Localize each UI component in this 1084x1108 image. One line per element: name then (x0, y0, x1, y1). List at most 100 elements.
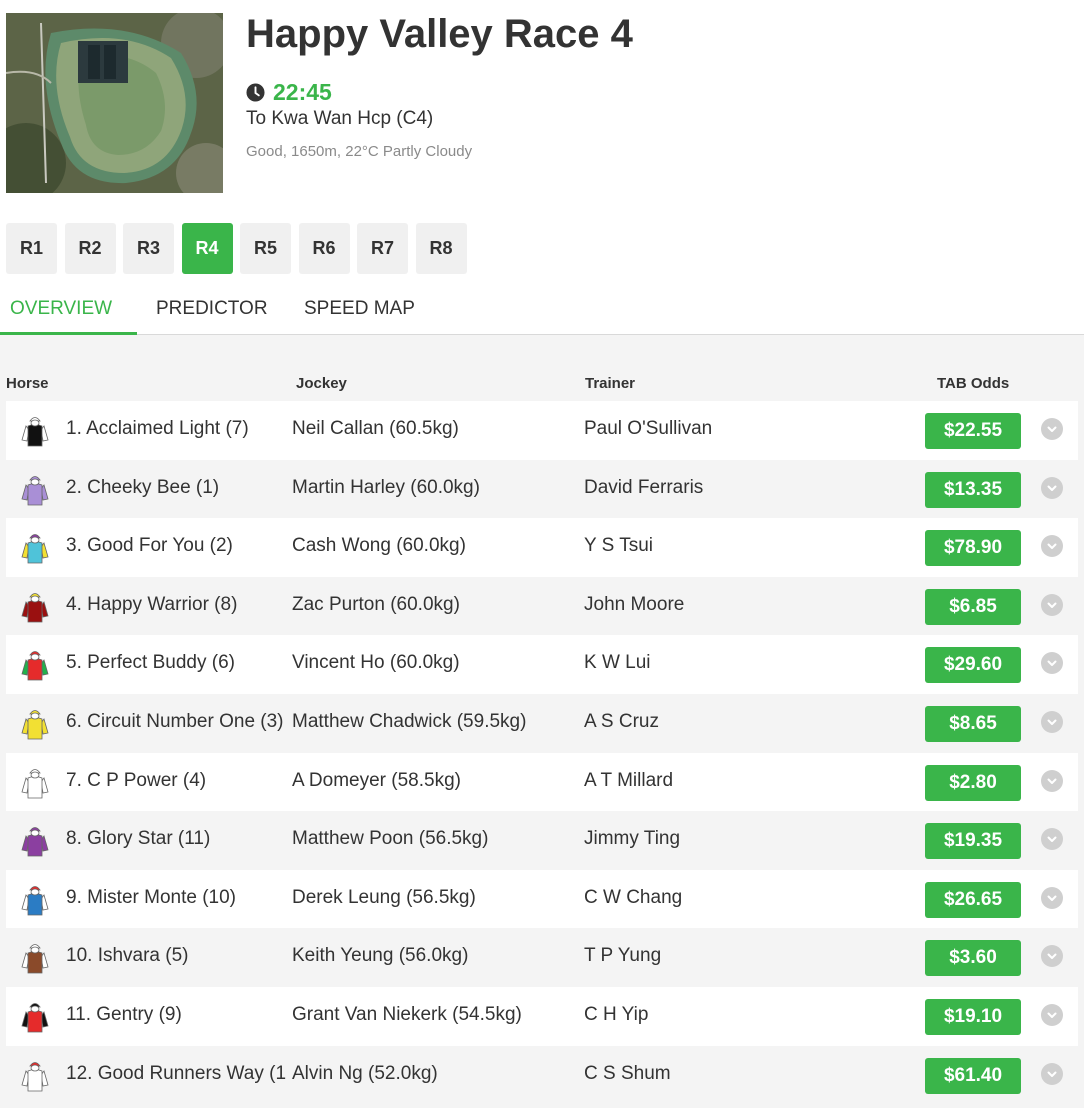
tab-odds-button[interactable]: $19.35 (925, 823, 1021, 860)
expand-chevron-icon[interactable] (1041, 652, 1063, 675)
horse-name[interactable]: 1. Acclaimed Light (7) (66, 418, 292, 440)
tab-odds-button[interactable]: $78.90 (925, 530, 1021, 567)
jockey-silk-icon (21, 1061, 49, 1091)
horse-name[interactable]: 12. Good Runners Way (1 (66, 1063, 292, 1085)
race-tab-r8[interactable]: R8 (415, 223, 467, 274)
horse-name[interactable]: 10. Ishvara (5) (66, 945, 292, 967)
expand-chevron-icon[interactable] (1041, 1062, 1063, 1085)
jockey-silk-icon (21, 885, 49, 916)
tab-odds-button[interactable]: $22.55 (925, 413, 1021, 449)
race-tab-r1[interactable]: R1 (6, 223, 57, 274)
race-tab-r6[interactable]: R6 (298, 223, 350, 274)
trainer-name: K W Lui (584, 652, 651, 674)
jockey-silk-icon (21, 592, 49, 623)
expand-chevron-icon[interactable] (1041, 945, 1063, 968)
runner-row[interactable]: 8. Glory Star (11) Matthew Poon (56.5kg) J… (6, 811, 1078, 870)
race-tab-r3[interactable]: R3 (123, 223, 174, 274)
trainer-name: C W Chang (584, 886, 683, 908)
race-time-row: 22:45 (246, 79, 332, 105)
tab-predictor[interactable]: PREDICTOR (156, 298, 268, 334)
expand-chevron-icon[interactable] (1041, 418, 1063, 440)
expand-chevron-icon[interactable] (1041, 828, 1063, 851)
expand-chevron-icon[interactable] (1041, 886, 1063, 909)
trainer-name: David Ferraris (584, 476, 704, 498)
jockey-silk-icon (21, 768, 49, 798)
trainer-name: C H Yip (584, 1004, 649, 1025)
jockey-name: Derek Leung (56.5kg) (292, 886, 476, 908)
runner-row[interactable]: 4. Happy Warrior (8) Zac Purton (60.0kg) J… (6, 576, 1078, 636)
runner-row[interactable]: 5. Perfect Buddy (6) Vincent Ho (60.0kg) K… (6, 635, 1078, 694)
tab-overview-label: OVERVIEW (10, 298, 113, 319)
tab-odds-button[interactable]: $2.80 (925, 764, 1021, 801)
expand-chevron-icon[interactable] (1041, 711, 1063, 733)
horse-name[interactable]: 7. C P Power (4) (66, 770, 292, 792)
trainer-name: A S Cruz (584, 711, 659, 732)
jockey-name: Matthew Chadwick (59.5kg) (292, 711, 527, 732)
trainer-name: Paul O'Sullivan (584, 418, 713, 439)
tab-odds-button[interactable]: $3.60 (925, 940, 1021, 977)
runner-row[interactable]: 11. Gentry (9) Grant Van Niekerk (54.5kg)… (6, 987, 1078, 1046)
tab-overview[interactable]: OVERVIEW (0, 298, 138, 336)
horse-name[interactable]: 6. Circuit Number One (3) (66, 711, 292, 733)
runner-row[interactable]: 12. Good Runners Way (1 Alvin Ng (52.0kg)… (6, 1045, 1078, 1105)
column-header-jockey: Jockey (296, 375, 347, 392)
tab-odds-button[interactable]: $8.65 (925, 706, 1021, 742)
horse-name[interactable]: 4. Happy Warrior (8) (66, 594, 292, 616)
jockey-name: Vincent Ho (60.0kg) (292, 652, 460, 674)
jockey-name: Cash Wong (60.0kg) (292, 535, 466, 557)
tab-odds-button[interactable]: $26.65 (925, 881, 1021, 918)
column-header-tab-odds: TAB Odds (937, 375, 1010, 392)
trainer-name: Y S Tsui (584, 535, 654, 557)
runner-row[interactable]: 2. Cheeky Bee (1) Martin Harley (60.0kg) D… (6, 459, 1078, 519)
runner-row[interactable]: 10. Ishvara (5) Keith Yeung (56.0kg) T P Y… (6, 928, 1078, 987)
expand-chevron-icon[interactable] (1041, 593, 1063, 616)
expand-chevron-icon[interactable] (1041, 535, 1063, 558)
jockey-silk-icon (21, 827, 49, 857)
runner-row[interactable]: 7. C P Power (4) A Domeyer (58.5kg) A T Mi… (6, 752, 1078, 812)
jockey-silk-icon (21, 534, 49, 564)
horse-name[interactable]: 8. Glory Star (11) (66, 828, 292, 850)
tab-odds-button[interactable]: $61.40 (925, 1057, 1021, 1094)
tab-odds-button[interactable]: $13.35 (925, 471, 1021, 508)
tab-odds-button[interactable]: $6.85 (925, 588, 1021, 625)
jockey-silk-icon (21, 710, 49, 740)
page-title: Happy Valley Race 4 (246, 12, 633, 56)
race-tab-r2[interactable]: R2 (64, 223, 116, 274)
race-tab-r4[interactable]: R4 (181, 223, 233, 274)
runner-row[interactable]: 6. Circuit Number One (3) Matthew Chadwic… (6, 694, 1078, 753)
view-tabs: OVERVIEW PREDICTOR SPEED MAP (0, 290, 1084, 336)
race-name: To Kwa Wan Hcp (C4) (246, 108, 434, 129)
expand-chevron-icon[interactable] (1041, 1004, 1063, 1026)
jockey-name: Martin Harley (60.0kg) (292, 476, 480, 498)
race-conditions: Good, 1650m, 22°C Partly Cloudy (246, 143, 473, 160)
tab-speed-map[interactable]: SPEED MAP (304, 298, 415, 334)
expand-chevron-icon[interactable] (1041, 476, 1063, 499)
race-selector: R1 R2 R3 R4 R5 R6 R7 R8 (6, 223, 474, 274)
horse-name[interactable]: 11. Gentry (9) (66, 1004, 292, 1026)
runner-row[interactable]: 3. Good For You (2) Cash Wong (60.0kg) Y S… (6, 518, 1078, 577)
column-header-horse: Horse (6, 375, 49, 392)
horse-name[interactable]: 3. Good For You (2) (66, 535, 292, 557)
trainer-name: C S Shum (584, 1062, 671, 1084)
runner-row[interactable]: 1. Acclaimed Light (7) Neil Callan (60.5k… (6, 401, 1078, 460)
jockey-silk-icon (21, 417, 49, 447)
jockey-silk-icon (21, 475, 49, 505)
jockey-name: Grant Van Niekerk (54.5kg) (292, 1004, 522, 1025)
horse-name[interactable]: 2. Cheeky Bee (1) (66, 477, 292, 499)
race-tab-r7[interactable]: R7 (357, 223, 408, 274)
horse-name[interactable]: 9. Mister Monte (10) (66, 887, 292, 909)
jockey-name: Zac Purton (60.0kg) (292, 593, 460, 615)
jockey-name: Neil Callan (60.5kg) (292, 418, 459, 439)
trainer-name: John Moore (584, 593, 685, 615)
race-header: Happy Valley Race 4 22:45 To Kwa Wan Hcp… (0, 0, 1084, 200)
tab-odds-button[interactable]: $29.60 (925, 647, 1021, 684)
jockey-name: Matthew Poon (56.5kg) (292, 828, 489, 850)
race-start-time: 22:45 (273, 78, 332, 105)
tab-odds-button[interactable]: $19.10 (925, 999, 1021, 1035)
horse-name[interactable]: 5. Perfect Buddy (6) (66, 652, 292, 674)
expand-chevron-icon[interactable] (1041, 769, 1063, 792)
race-tab-r5[interactable]: R5 (240, 223, 291, 274)
jockey-silk-icon (21, 651, 49, 681)
runner-row[interactable]: 9. Mister Monte (10) Derek Leung (56.5kg)… (6, 869, 1078, 929)
jockey-silk-icon (21, 944, 49, 974)
